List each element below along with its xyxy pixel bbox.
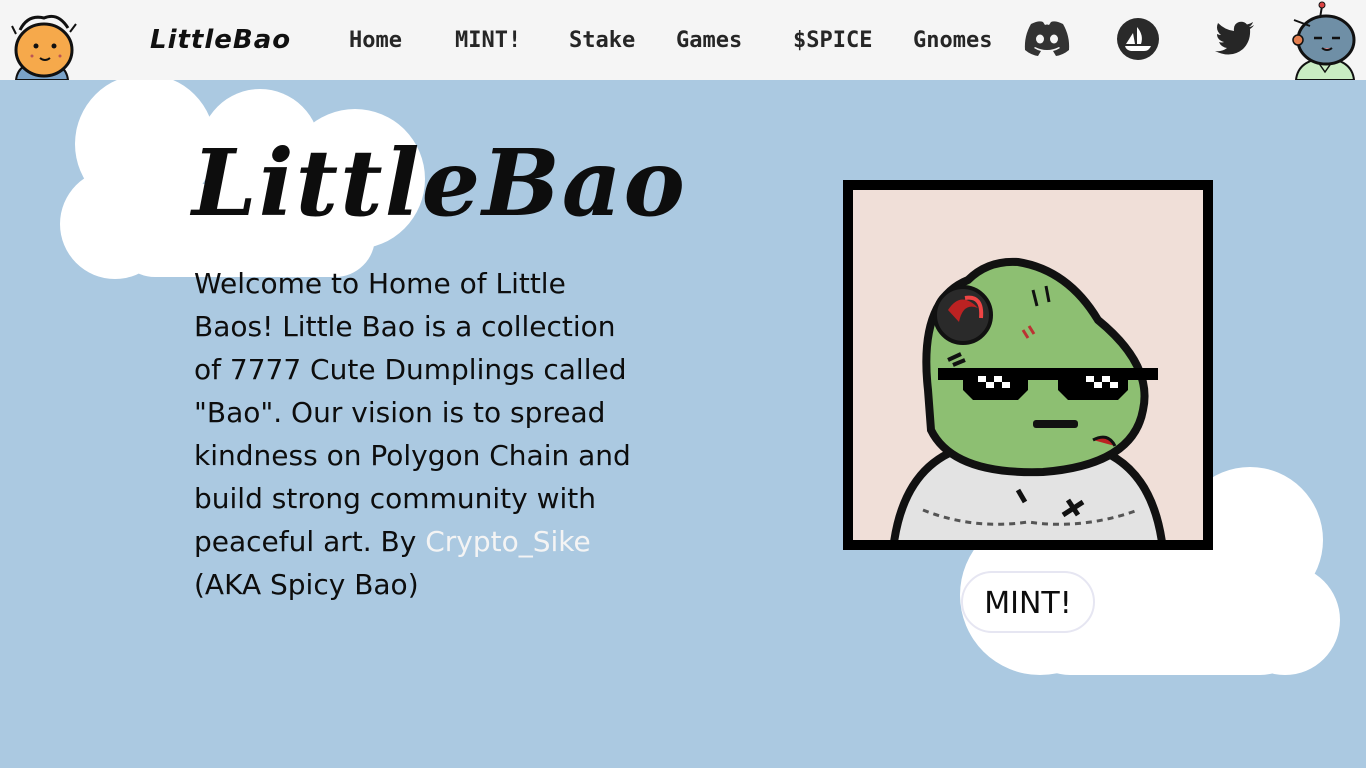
author-link[interactable]: Crypto_Sike (425, 525, 591, 558)
brand-logo[interactable]: LittleBao (150, 22, 291, 58)
nav-stake-link[interactable]: Stake (569, 25, 635, 57)
blue-bao-mascot-icon (1292, 1, 1356, 80)
nav-gnomes-link[interactable]: Gnomes (913, 25, 992, 57)
navbar: LittleBao Home MINT! Stake Games $SPICE … (0, 0, 1366, 80)
mint-button[interactable]: MINT! (961, 571, 1095, 633)
hero-title: LittleBao (192, 129, 687, 237)
author-alias: (AKA Spicy Bao) (194, 568, 419, 601)
nav-mint-link[interactable]: MINT! (455, 25, 521, 57)
nft-image-frame (843, 180, 1213, 550)
orange-bao-mascot-icon (11, 14, 77, 80)
discord-icon[interactable] (1023, 20, 1071, 56)
nav-games-link[interactable]: Games (676, 25, 742, 57)
nav-spice-link[interactable]: $SPICE (793, 25, 872, 57)
hero-description: Welcome to Home of Little Baos! Little B… (194, 262, 644, 606)
opensea-icon[interactable] (1116, 17, 1160, 61)
spicy-bao-nft-image (890, 257, 1166, 540)
hero-description-text: Welcome to Home of Little Baos! Little B… (194, 267, 631, 558)
nav-home-link[interactable]: Home (349, 25, 402, 57)
twitter-icon[interactable] (1215, 21, 1255, 55)
